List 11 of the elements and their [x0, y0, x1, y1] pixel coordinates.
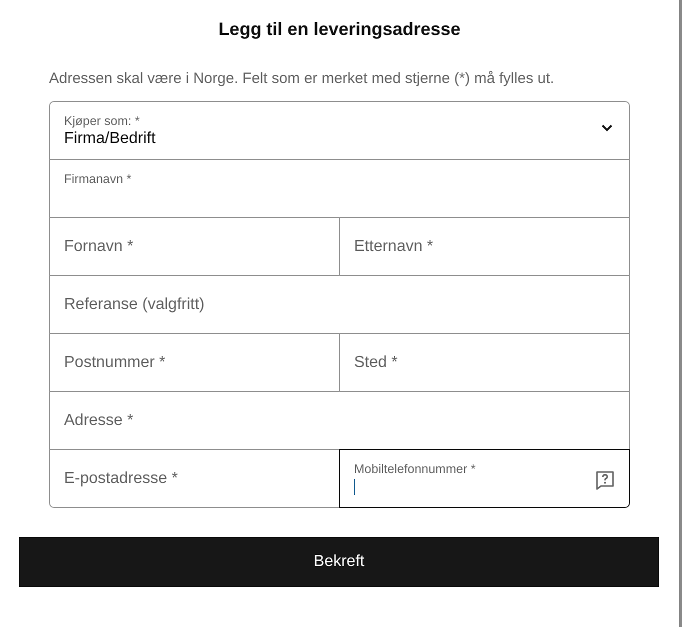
input-field[interactable]: Mobiltelefonnummer * — [339, 449, 630, 508]
confirm-button[interactable]: Bekreft — [19, 537, 659, 587]
select-field[interactable]: Kjøper som: * Firma/Bedrift — [49, 101, 630, 160]
dialog-title: Legg til en leveringsadresse — [217, 18, 462, 41]
help-icon[interactable] — [595, 470, 615, 490]
input-field[interactable]: Referanse (valgfritt) — [49, 275, 630, 334]
chevron-down-icon — [601, 124, 613, 132]
input-field[interactable]: Adresse * — [49, 391, 630, 450]
input-field[interactable]: Firmanavn * — [49, 159, 630, 218]
input-field[interactable]: E-postadresse * — [49, 449, 340, 508]
intro-text: Adressen skal være i Norge. Felt som er merket med stjerne (*) må fylles ut. — [49, 70, 556, 89]
